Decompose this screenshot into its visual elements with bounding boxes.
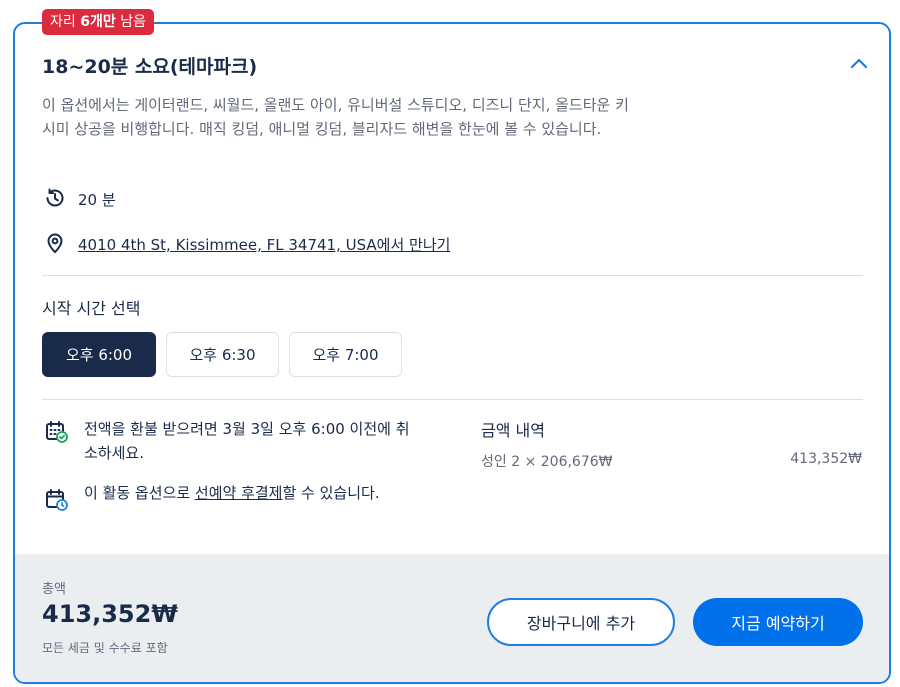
badge-prefix: 자리 [50, 14, 76, 30]
availability-badge: 자리 6개만 남음 [42, 9, 154, 35]
tour-option-card: 18~20분 소요(테마파크) 이 옵션에서는 게이터랜드, 씨월드, 올랜도 … [13, 22, 891, 684]
time-slot-button[interactable]: 오후 7:00 [289, 332, 402, 377]
book-now-button[interactable]: 지금 예약하기 [693, 598, 863, 646]
clock-history-icon [46, 188, 64, 207]
reserve-now-pay-later-text: 이 활동 옵션으로 선예약 후결제할 수 있습니다. [84, 481, 424, 505]
option-description: 이 옵션에서는 게이터랜드, 씨월드, 올랜도 아이, 유니버설 스튜디오, 디… [42, 96, 629, 138]
badge-suffix: 남음 [120, 14, 146, 30]
total-label: 총액 [42, 582, 66, 597]
location-pin-icon [47, 233, 63, 254]
meeting-point-link[interactable]: 4010 4th St, Kissimmee, FL 34741, USA에서 … [78, 234, 450, 255]
start-time-label: 시작 시간 선택 [42, 299, 141, 318]
pay-later-link[interactable]: 선예약 후결제 [195, 484, 283, 502]
price-line-label: 성인 2 × 206,676₩ [481, 454, 613, 470]
time-slot-button[interactable]: 오후 6:30 [166, 332, 279, 377]
free-cancellation-text: 전액을 환불 받으려면 3월 3일 오후 6:00 이전에 취소하세요. [84, 420, 410, 462]
calendar-check-icon [46, 421, 68, 443]
add-to-cart-button[interactable]: 장바구니에 추가 [487, 598, 675, 646]
chevron-up-icon[interactable] [847, 52, 871, 76]
pay-later-suffix: 할 수 있습니다. [282, 484, 380, 502]
badge-count: 6개만 [80, 14, 116, 30]
pay-later-prefix: 이 활동 옵션으로 [84, 484, 195, 502]
divider [42, 275, 863, 276]
time-slot-button[interactable]: 오후 6:00 [42, 332, 156, 377]
duration-text: 20 분 [78, 191, 116, 209]
tax-note: 모든 세금 및 수수료 포함 [42, 641, 168, 655]
time-slot-group: 오후 6:00 오후 6:30 오후 7:00 [42, 332, 402, 377]
calendar-clock-icon [46, 489, 68, 511]
booking-footer: 총액 413,352₩ 모든 세금 및 수수료 포함 장바구니에 추가 지금 예… [15, 554, 889, 682]
divider [42, 399, 863, 400]
total-amount: 413,352₩ [42, 600, 178, 628]
price-breakdown-title: 금액 내역 [481, 421, 545, 440]
option-title: 18~20분 소요(테마파크) [42, 56, 258, 78]
price-line-amount: 413,352₩ [790, 451, 862, 467]
